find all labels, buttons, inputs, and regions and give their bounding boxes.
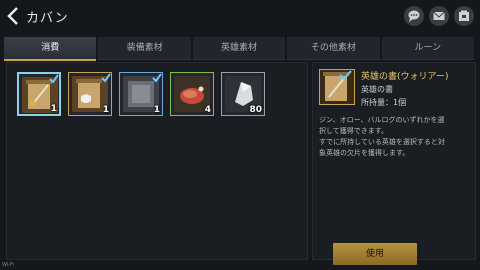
item-detail-panel: 英雄の書(ウォリアー) 英雄の書 所持量：1個 ジン、オロー、バルログのいずれか… <box>312 62 476 265</box>
tab-hero-materials[interactable]: 英雄素材 <box>192 37 286 60</box>
item-count: 1 <box>102 105 109 115</box>
check-icon <box>101 73 111 83</box>
item-count: 1 <box>50 104 57 114</box>
detail-scroll-icon <box>319 69 355 105</box>
item-owned-count: 所持量：1個 <box>361 98 407 107</box>
item-description: ジン、オロー、バルログのいずれかを選 択して獲得できます。 すでに所持している英… <box>319 116 445 157</box>
mail-icon <box>433 11 445 20</box>
item-count: 4 <box>204 105 211 115</box>
chevron-left-icon <box>7 7 18 25</box>
storage-icon <box>459 10 469 21</box>
top-bar: カバン <box>0 0 480 32</box>
chat-button[interactable] <box>404 6 424 26</box>
item-name: 英雄の書(ウォリアー) <box>361 72 449 82</box>
page-title: カバン <box>26 11 69 26</box>
item-slot-crystal-ore[interactable]: 80 <box>221 72 265 116</box>
item-slot-meat-food[interactable]: 4 <box>170 72 214 116</box>
storage-button[interactable] <box>454 6 474 26</box>
inventory-panel: 1 1 1 4 80 <box>6 62 308 260</box>
item-grid: 1 1 1 4 80 <box>17 72 265 116</box>
tab-runes[interactable]: ルーン <box>381 37 475 60</box>
chat-icon <box>408 10 420 22</box>
use-button[interactable]: 使用 <box>333 243 417 265</box>
wifi-status: Wi-Fi <box>2 262 14 268</box>
check-icon <box>49 74 59 84</box>
item-count: 80 <box>249 105 262 115</box>
mail-button[interactable] <box>429 6 449 26</box>
back-button[interactable] <box>6 6 22 26</box>
tab-consumables[interactable]: 消費 <box>4 37 97 61</box>
tab-other-materials[interactable]: その他素材 <box>287 37 380 60</box>
item-count: 1 <box>153 105 160 115</box>
category-tabs: 消費 装備素材 英雄素材 その他素材 ルーン <box>4 37 475 61</box>
item-slot-hero-shard-card[interactable]: 1 <box>119 72 163 116</box>
check-icon <box>152 73 162 83</box>
tab-equipment-materials[interactable]: 装備素材 <box>98 37 191 60</box>
item-type: 英雄の書 <box>361 85 393 94</box>
item-slot-hero-scroll-warrior[interactable]: 1 <box>17 72 61 116</box>
item-slot-hero-scroll-guardian[interactable]: 1 <box>68 72 112 116</box>
